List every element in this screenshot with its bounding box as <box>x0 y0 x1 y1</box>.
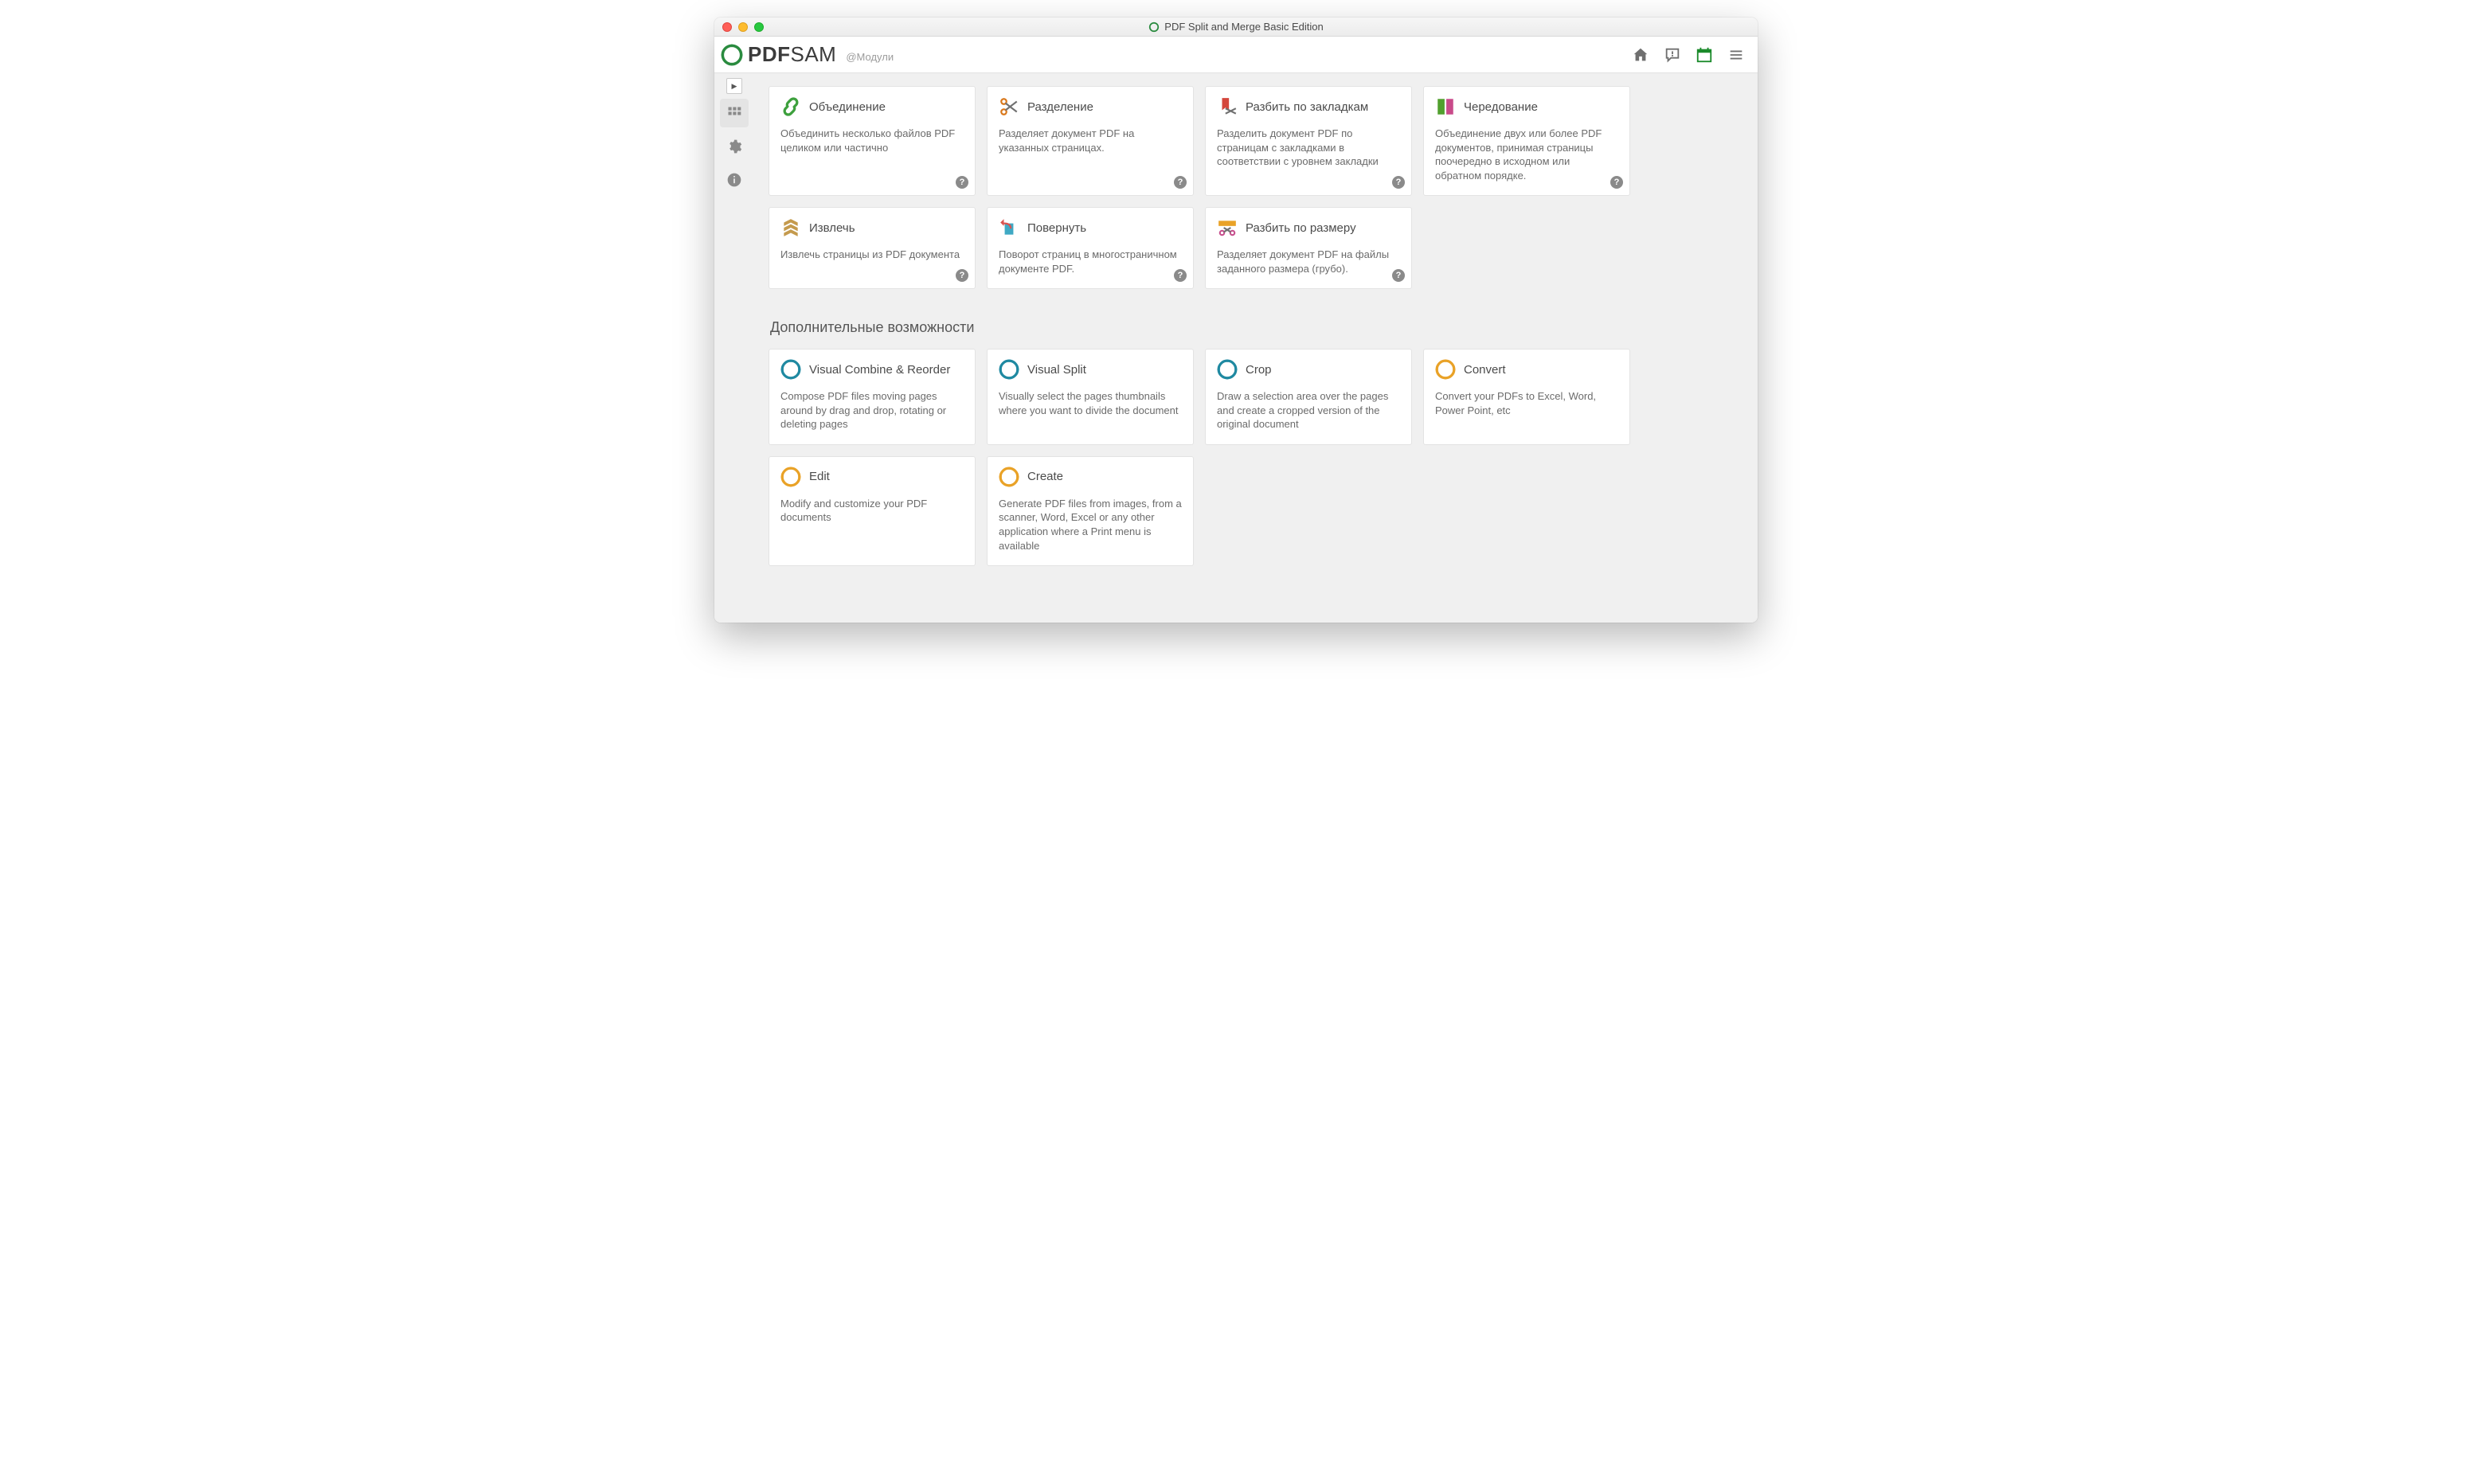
module-merge[interactable]: Объединение Объединить несколько файлов … <box>769 86 976 196</box>
module-title: Create <box>1027 470 1063 483</box>
module-title: Visual Combine & Reorder <box>809 363 950 377</box>
help-button[interactable]: ? <box>1392 176 1405 189</box>
rotate-icon <box>999 217 1019 238</box>
alternate-icon <box>1435 96 1456 117</box>
module-desc: Разделяет документ PDF на указанных стра… <box>999 127 1182 154</box>
link-icon <box>780 96 801 117</box>
speech-alert-icon <box>1664 46 1681 64</box>
minimize-button[interactable] <box>738 22 748 32</box>
sidebar: ▶ <box>714 73 754 623</box>
ruler-scissors-icon <box>1217 217 1238 238</box>
module-title: Convert <box>1464 363 1506 377</box>
modules-grid: Объединение Объединить несколько файлов … <box>769 86 1743 289</box>
extract-icon <box>780 217 801 238</box>
premium-create[interactable]: Create Generate PDF files from images, f… <box>987 456 1194 566</box>
module-rotate[interactable]: Повернуть Поворот страниц в многостранич… <box>987 207 1194 289</box>
module-desc: Поворот страниц в многостраничном докуме… <box>999 248 1182 275</box>
premium-edit[interactable]: Edit Modify and customize your PDF docum… <box>769 456 976 566</box>
calendar-icon <box>1696 46 1713 64</box>
module-desc: Modify and customize your PDF documents <box>780 497 964 525</box>
module-title: Разбить по закладкам <box>1246 100 1368 114</box>
swirl-icon <box>780 359 801 380</box>
help-button[interactable]: ? <box>1174 176 1187 189</box>
help-button[interactable]: ? <box>956 176 968 189</box>
module-desc: Compose PDF files moving pages around by… <box>780 389 964 432</box>
module-desc: Объединить несколько файлов PDF целиком … <box>780 127 964 154</box>
module-title: Извлечь <box>809 221 855 235</box>
module-alternate[interactable]: Чередование Объединение двух или более P… <box>1423 86 1630 196</box>
premium-section-title: Дополнительные возможности <box>770 319 1743 336</box>
module-title: Чередование <box>1464 100 1538 114</box>
module-split-size[interactable]: Разбить по размеру Разделяет документ PD… <box>1205 207 1412 289</box>
module-extract[interactable]: Извлечь Извлечь страницы из PDF документ… <box>769 207 976 289</box>
help-button[interactable]: ? <box>1392 269 1405 282</box>
premium-visual-combine[interactable]: Visual Combine & Reorder Compose PDF fil… <box>769 349 976 445</box>
module-split[interactable]: Разделение Разделяет документ PDF на ука… <box>987 86 1194 196</box>
module-desc: Разделяет документ PDF на файлы заданног… <box>1217 248 1400 275</box>
swirl-icon <box>1217 359 1238 380</box>
help-button[interactable]: ? <box>956 269 968 282</box>
menu-button[interactable] <box>1723 41 1750 68</box>
module-title: Crop <box>1246 363 1272 377</box>
breadcrumb: @Модули <box>846 51 894 63</box>
home-button[interactable] <box>1627 41 1654 68</box>
module-title: Повернуть <box>1027 221 1086 235</box>
window-title: PDF Split and Merge Basic Edition <box>714 21 1758 33</box>
module-title: Visual Split <box>1027 363 1086 377</box>
swirl-icon <box>780 467 801 487</box>
swirl-icon <box>999 467 1019 487</box>
module-title: Разбить по размеру <box>1246 221 1356 235</box>
content-area: Объединение Объединить несколько файлов … <box>754 73 1758 623</box>
module-title: Объединение <box>809 100 886 114</box>
swirl-icon <box>999 359 1019 380</box>
module-desc: Draw a selection area over the pages and… <box>1217 389 1400 432</box>
app-icon <box>1148 21 1160 33</box>
close-button[interactable] <box>722 22 732 32</box>
module-desc: Convert your PDFs to Excel, Word, Power … <box>1435 389 1618 417</box>
premium-convert[interactable]: Convert Convert your PDFs to Excel, Word… <box>1423 349 1630 445</box>
module-split-bookmarks[interactable]: Разбить по закладкам Разделить документ … <box>1205 86 1412 196</box>
info-icon <box>726 172 742 188</box>
bookmark-scissors-icon <box>1217 96 1238 117</box>
titlebar: PDF Split and Merge Basic Edition <box>714 18 1758 37</box>
gear-icon <box>726 139 742 154</box>
grid-icon <box>726 105 742 121</box>
module-desc: Generate PDF files from images, from a s… <box>999 497 1182 553</box>
zoom-button[interactable] <box>754 22 764 32</box>
logo-icon <box>721 44 743 66</box>
logo: PDFSAM @Модули <box>721 42 894 67</box>
home-icon <box>1632 46 1649 64</box>
premium-crop[interactable]: Crop Draw a selection area over the page… <box>1205 349 1412 445</box>
module-desc: Visually select the pages thumbnails whe… <box>999 389 1182 417</box>
module-desc: Извлечь страницы из PDF документа <box>780 248 964 262</box>
premium-grid: Visual Combine & Reorder Compose PDF fil… <box>769 349 1743 566</box>
news-button[interactable] <box>1691 41 1718 68</box>
module-desc: Объединение двух или более PDF документо… <box>1435 127 1618 182</box>
sidebar-expand-handle[interactable]: ▶ <box>726 78 742 94</box>
help-button[interactable]: ? <box>1610 176 1623 189</box>
help-button[interactable]: ? <box>1174 269 1187 282</box>
hamburger-icon <box>1727 46 1745 64</box>
swirl-icon <box>1435 359 1456 380</box>
module-title: Edit <box>809 470 830 483</box>
brand-text: PDFSAM <box>748 42 836 67</box>
premium-visual-split[interactable]: Visual Split Visually select the pages t… <box>987 349 1194 445</box>
sidebar-about-button[interactable] <box>720 166 749 194</box>
window-controls <box>714 22 764 32</box>
appbar: PDFSAM @Модули <box>714 37 1758 73</box>
sidebar-settings-button[interactable] <box>720 132 749 161</box>
module-desc: Разделить документ PDF по страницам с за… <box>1217 127 1400 169</box>
sidebar-modules-button[interactable] <box>720 99 749 127</box>
scissors-icon <box>999 96 1019 117</box>
app-window: PDF Split and Merge Basic Edition PDFSAM… <box>714 18 1758 623</box>
module-title: Разделение <box>1027 100 1093 114</box>
notifications-button[interactable] <box>1659 41 1686 68</box>
